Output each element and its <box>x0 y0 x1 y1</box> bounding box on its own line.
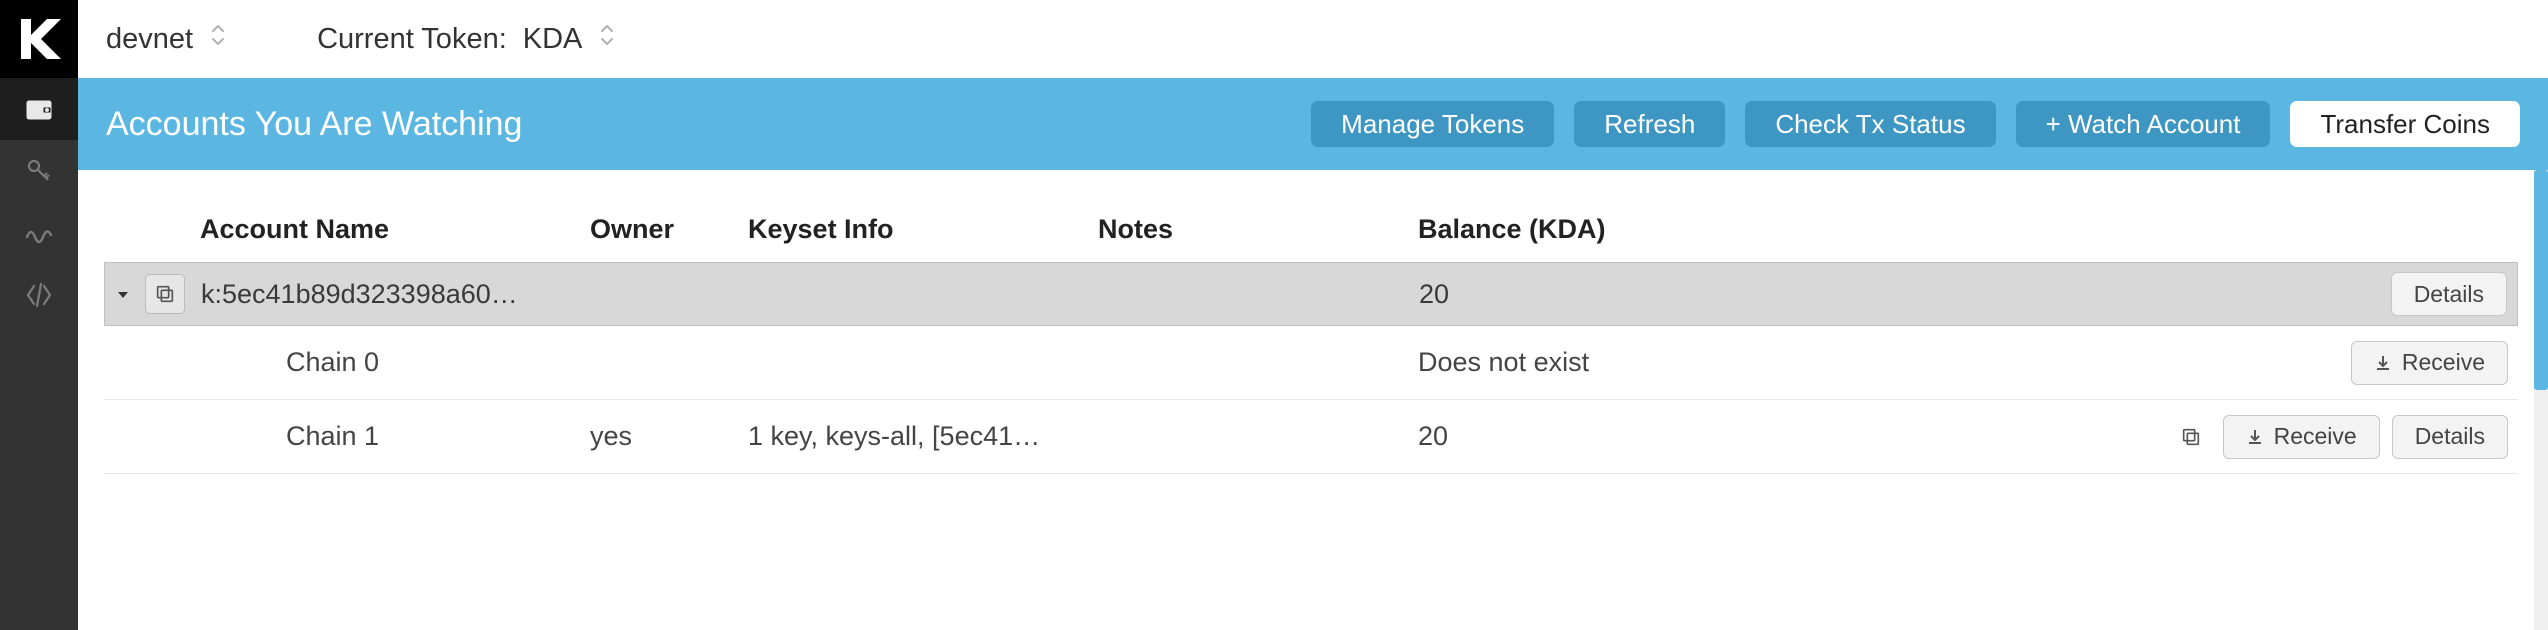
nav-keys[interactable] <box>0 140 78 202</box>
banner-actions: Manage Tokens Refresh Check Tx Status + … <box>1311 101 2520 147</box>
chain-row: Chain 0 Does not exist Receive <box>104 326 2518 400</box>
chain-label: Chain 0 <box>190 347 590 378</box>
topbar: devnet Current Token: KDA <box>78 0 2548 78</box>
chain-row: Chain 1 yes 1 key, keys-all, [5ec41… 20 … <box>104 400 2518 474</box>
header-keyset: Keyset Info <box>748 214 1098 245</box>
chain-label: Chain 1 <box>190 421 590 452</box>
download-icon <box>2374 354 2392 372</box>
chain-balance: Does not exist <box>1418 347 2168 378</box>
collapse-icon[interactable] <box>115 279 131 310</box>
details-button[interactable]: Details <box>2391 272 2507 316</box>
accounts-banner: Accounts You Are Watching Manage Tokens … <box>78 78 2548 170</box>
receive-label: Receive <box>2402 349 2485 376</box>
details-button[interactable]: Details <box>2392 415 2508 459</box>
account-summary-row: k:5ec41b89d323398a60… 20 Details <box>104 262 2518 326</box>
token-label: Current Token: <box>317 23 507 56</box>
scrollbar-track[interactable] <box>2534 170 2548 630</box>
receive-button[interactable]: Receive <box>2351 341 2508 385</box>
receive-button[interactable]: Receive <box>2223 415 2380 459</box>
refresh-button[interactable]: Refresh <box>1574 101 1725 147</box>
table-header: Account Name Owner Keyset Info Notes Bal… <box>104 196 2518 262</box>
network-selector[interactable]: devnet <box>106 22 227 56</box>
token-selector[interactable]: Current Token: KDA <box>317 22 616 56</box>
transfer-coins-button[interactable]: Transfer Coins <box>2290 101 2520 147</box>
chevron-updown-icon <box>209 22 227 56</box>
header-account: Account Name <box>190 214 590 245</box>
app-logo <box>0 0 78 78</box>
account-balance: 20 <box>1419 279 2167 310</box>
watch-account-button[interactable]: + Watch Account <box>2016 101 2271 147</box>
token-value: KDA <box>523 23 583 56</box>
header-balance: Balance (KDA) <box>1418 214 2168 245</box>
nav-contracts[interactable] <box>0 264 78 326</box>
chain-keyset: 1 key, keys-all, [5ec41… <box>748 421 1098 452</box>
copy-account-button[interactable] <box>145 274 185 314</box>
network-value: devnet <box>106 23 193 56</box>
download-icon <box>2246 428 2264 446</box>
copy-icon[interactable] <box>2171 417 2211 457</box>
header-notes: Notes <box>1098 214 1418 245</box>
chevron-updown-icon <box>598 22 616 56</box>
nav-wallet[interactable] <box>0 78 78 140</box>
receive-label: Receive <box>2274 423 2357 450</box>
scrollbar-thumb[interactable] <box>2534 170 2548 390</box>
check-tx-status-button[interactable]: Check Tx Status <box>1745 101 1995 147</box>
sidebar <box>0 0 78 630</box>
account-name: k:5ec41b89d323398a60… <box>191 279 591 310</box>
header-owner: Owner <box>590 214 748 245</box>
chain-owner: yes <box>590 421 748 452</box>
nav-signatures[interactable] <box>0 202 78 264</box>
content-area: Account Name Owner Keyset Info Notes Bal… <box>78 170 2548 630</box>
manage-tokens-button[interactable]: Manage Tokens <box>1311 101 1554 147</box>
banner-title: Accounts You Are Watching <box>106 105 522 144</box>
chain-balance: 20 <box>1418 421 2168 452</box>
